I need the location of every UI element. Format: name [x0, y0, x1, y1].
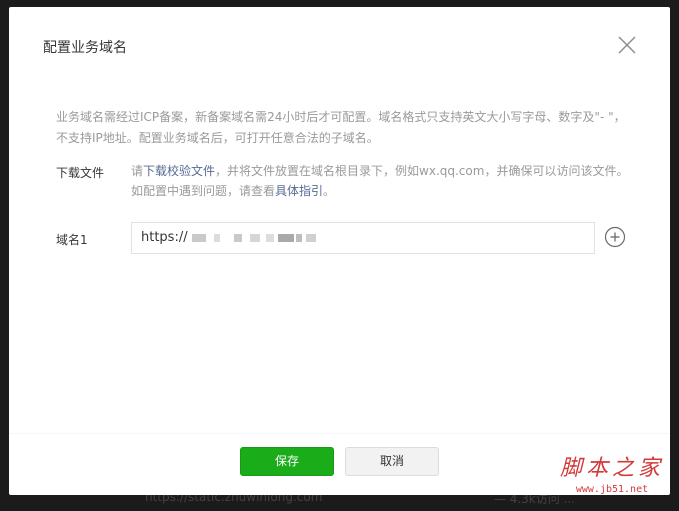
- dialog-title: 配置业务域名: [43, 40, 127, 56]
- dialog-header: 配置业务域名: [9, 7, 670, 79]
- save-button[interactable]: 保存: [240, 447, 334, 476]
- close-icon: [618, 36, 636, 54]
- watermark-title: 脚本之家: [559, 456, 664, 481]
- close-button[interactable]: [616, 34, 638, 56]
- site-watermark: 脚本之家 www.jb51.net: [545, 455, 679, 511]
- domain-input[interactable]: https://: [131, 222, 595, 254]
- add-domain-button[interactable]: [604, 226, 626, 248]
- watermark-url: www.jb51.net: [575, 484, 649, 495]
- instruction-suffix: 。: [323, 184, 336, 198]
- cancel-button[interactable]: 取消: [345, 447, 439, 476]
- footer-divider: [9, 433, 670, 434]
- instruction-prefix: 请: [131, 164, 144, 178]
- plus-circle-icon: [604, 226, 626, 248]
- domain-input-value: https://: [141, 230, 188, 245]
- download-file-instructions: 请下载校验文件，并将文件放置在域名根目录下，例如wx.qq.com，并确保可以访…: [131, 161, 631, 201]
- download-verification-file-link[interactable]: 下载校验文件: [143, 164, 215, 178]
- domain-row: 域名1 https://: [56, 222, 646, 256]
- specific-guide-link[interactable]: 具体指引: [275, 184, 323, 198]
- dialog-description: 业务域名需经过ICP备案，新备案域名需24小时后才可配置。域名格式只支持英文大小…: [56, 110, 626, 145]
- redacted-domain: [191, 223, 352, 253]
- domain-label: 域名1: [56, 233, 88, 247]
- configure-domain-dialog: 配置业务域名 业务域名需经过ICP备案，新备案域名需24小时后才可配置。域名格式…: [9, 7, 670, 495]
- download-file-label: 下载文件: [56, 166, 105, 180]
